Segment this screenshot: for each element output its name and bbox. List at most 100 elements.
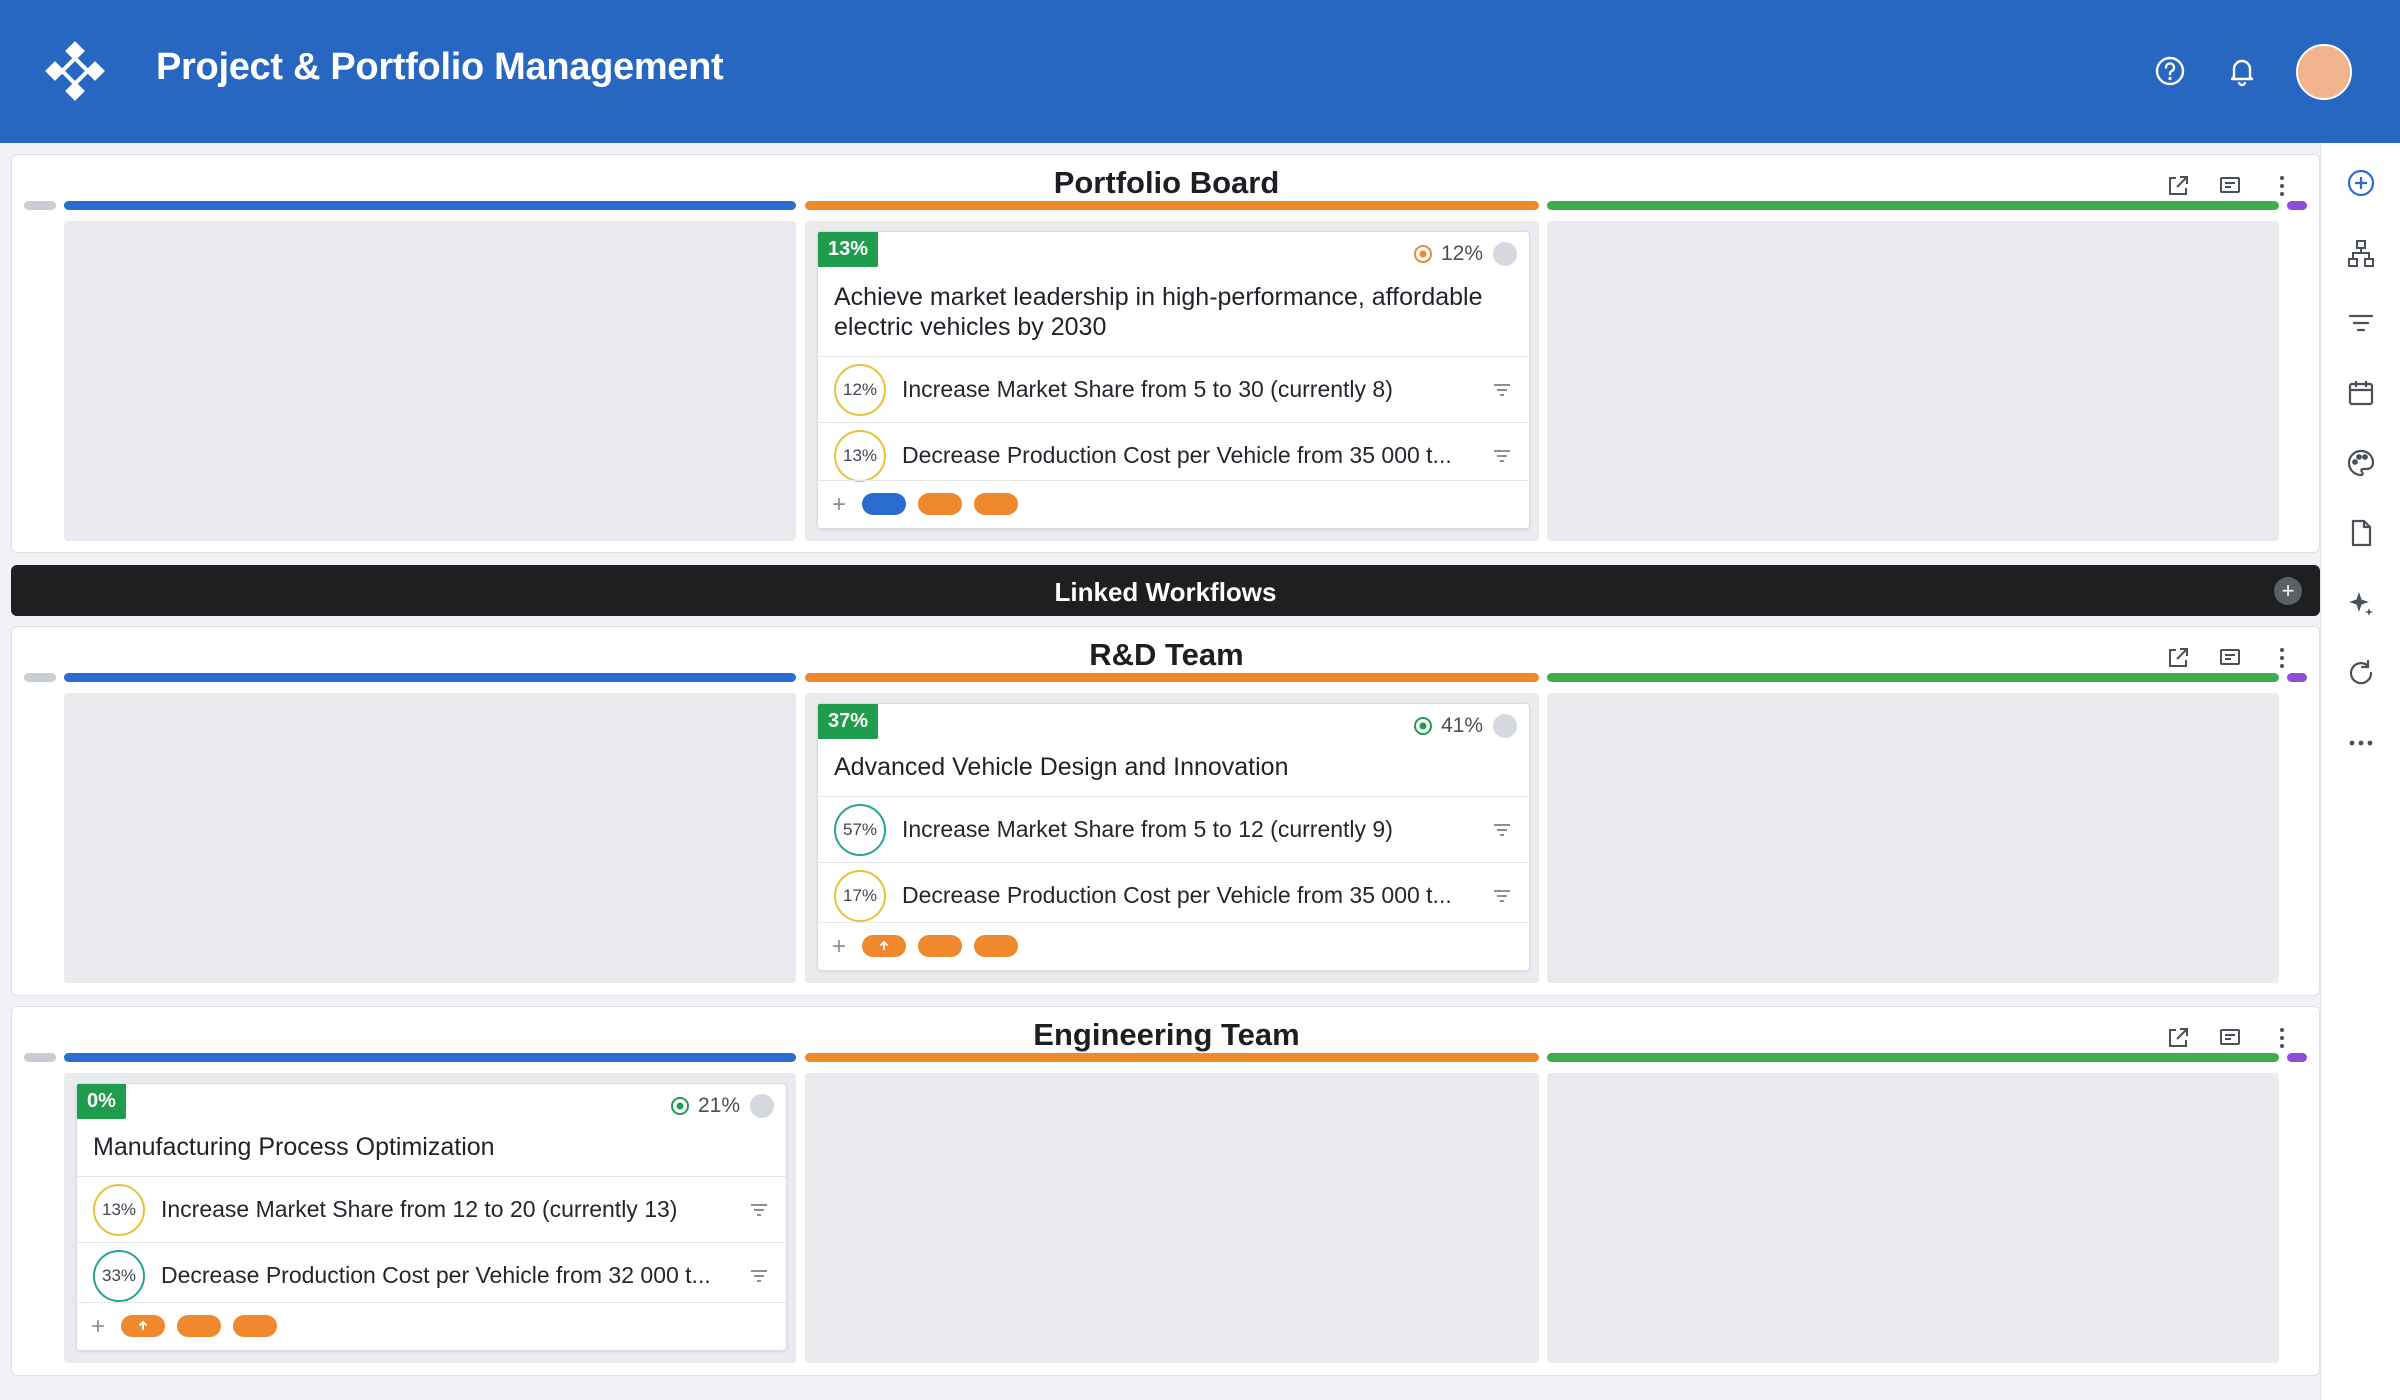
key-result-row[interactable]: 13% Decrease Production Cost per Vehicle…	[818, 422, 1529, 488]
more-icon[interactable]	[2343, 725, 2379, 761]
objective-title-line: electric vehicles by 2030	[834, 313, 1107, 341]
kr-filter-icon[interactable]	[1491, 379, 1513, 401]
sparkle-icon[interactable]	[2343, 585, 2379, 621]
priority-pill[interactable]	[121, 1315, 165, 1337]
calendar-icon[interactable]	[2343, 375, 2379, 411]
kr-text: Decrease Production Cost per Vehicle fro…	[902, 882, 1452, 908]
comment-icon[interactable]	[2213, 169, 2247, 203]
refresh-icon[interactable]	[2343, 655, 2379, 691]
app-title: Project & Portfolio Management	[156, 46, 724, 88]
column-1[interactable]	[64, 693, 796, 983]
target-score: 21%	[670, 1094, 740, 1118]
help-icon[interactable]	[2153, 54, 2187, 88]
target-score-value: 12%	[1440, 242, 1483, 265]
kr-progress-ring: 12%	[834, 363, 886, 416]
column-1[interactable]	[64, 221, 796, 541]
card-footer: +	[818, 480, 1529, 528]
target-score-value: 41%	[1440, 714, 1483, 737]
progress-badge: 0%	[77, 1084, 126, 1119]
board-title: Portfolio Board	[1053, 165, 1280, 200]
app-header: Project & Portfolio Management	[0, 0, 2400, 143]
target-icon	[1413, 717, 1432, 735]
key-result-row[interactable]: 12% Increase Market Share from 5 to 30 (…	[818, 356, 1529, 422]
kr-text: Increase Market Share from 5 to 30 (curr…	[902, 376, 1393, 402]
key-result-row[interactable]: 13% Increase Market Share from 12 to 20 …	[77, 1176, 786, 1242]
document-icon[interactable]	[2343, 515, 2379, 551]
right-toolbar	[2320, 143, 2400, 1400]
add-tag-icon[interactable]: +	[832, 491, 846, 519]
stripe-purple	[2287, 1053, 2307, 1062]
add-circle-icon[interactable]	[2343, 165, 2379, 201]
comment-icon[interactable]	[2213, 641, 2247, 675]
column-3[interactable]	[1547, 693, 2279, 983]
kr-filter-icon[interactable]	[748, 1199, 770, 1221]
tag-pill[interactable]	[918, 493, 962, 515]
filter-icon[interactable]	[2343, 305, 2379, 341]
status-dot[interactable]	[1493, 242, 1517, 266]
kebab-menu-icon[interactable]	[2265, 641, 2299, 675]
stripe-blue	[64, 1053, 796, 1062]
column-3[interactable]	[1547, 1073, 2279, 1363]
priority-pill[interactable]	[862, 935, 906, 957]
arrow-up-icon	[138, 1320, 148, 1330]
target-score: 12%	[1413, 242, 1483, 266]
board-title: R&D Team	[1089, 637, 1244, 672]
target-score: 41%	[1413, 714, 1483, 738]
add-workflow-button[interactable]: +	[2274, 577, 2302, 605]
target-score-value: 21%	[697, 1094, 740, 1117]
column-2[interactable]	[805, 1073, 1539, 1363]
key-result-row[interactable]: 17% Decrease Production Cost per Vehicle…	[818, 862, 1529, 928]
objective-title-line: Achieve market leadership in high-perfor…	[834, 283, 1483, 311]
objective-card[interactable]: 13% 12% Achieve market leadership in hig…	[817, 231, 1530, 529]
add-tag-icon[interactable]: +	[832, 933, 846, 961]
hierarchy-icon[interactable]	[2343, 235, 2379, 271]
objective-title: Manufacturing Process Optimization	[93, 1133, 495, 1161]
key-result-row[interactable]: 33% Decrease Production Cost per Vehicle…	[77, 1242, 786, 1308]
kr-text: Increase Market Share from 12 to 20 (cur…	[161, 1196, 678, 1222]
tag-pill[interactable]	[974, 493, 1018, 515]
board-engineering-team: Engineering Team 0% 21% Manufacturing Pr…	[11, 1006, 2320, 1376]
stripe-green	[1547, 201, 2279, 210]
key-result-row[interactable]: 57% Increase Market Share from 5 to 12 (…	[818, 796, 1529, 862]
comment-icon[interactable]	[2213, 1021, 2247, 1055]
stripe-grey	[24, 201, 56, 210]
user-avatar[interactable]	[2296, 44, 2352, 100]
kr-progress-ring: 13%	[93, 1183, 145, 1236]
external-link-icon[interactable]	[2161, 641, 2195, 675]
board-title: Engineering Team	[1033, 1017, 1300, 1052]
kr-progress-ring: 57%	[834, 803, 886, 856]
kebab-menu-icon[interactable]	[2265, 169, 2299, 203]
objective-card[interactable]: 0% 21% Manufacturing Process Optimizatio…	[76, 1083, 787, 1351]
kr-progress-ring: 33%	[93, 1249, 145, 1302]
kr-text: Decrease Production Cost per Vehicle fro…	[902, 442, 1452, 468]
tag-pill[interactable]	[918, 935, 962, 957]
status-dot[interactable]	[750, 1094, 774, 1118]
stripe-orange	[805, 201, 1539, 210]
kr-filter-icon[interactable]	[748, 1265, 770, 1287]
stripe-grey	[24, 1053, 56, 1062]
kr-progress-ring: 17%	[834, 869, 886, 922]
board-rnd-team: R&D Team 37% 41% Advanced Vehicle Design…	[11, 626, 2320, 996]
board-tools	[2161, 1021, 2299, 1055]
kr-filter-icon[interactable]	[1491, 819, 1513, 841]
stripe-purple	[2287, 673, 2307, 682]
progress-badge: 37%	[818, 704, 879, 739]
kr-progress-ring: 13%	[834, 429, 886, 482]
kr-filter-icon[interactable]	[1491, 885, 1513, 907]
external-link-icon[interactable]	[2161, 1021, 2195, 1055]
tag-pill[interactable]	[233, 1315, 277, 1337]
bell-icon[interactable]	[2225, 54, 2259, 88]
status-dot[interactable]	[1493, 714, 1517, 738]
palette-icon[interactable]	[2343, 445, 2379, 481]
objective-title: Advanced Vehicle Design and Innovation	[834, 753, 1289, 781]
app-logo-icon[interactable]	[44, 40, 106, 102]
tag-pill[interactable]	[974, 935, 1018, 957]
kr-filter-icon[interactable]	[1491, 445, 1513, 467]
kebab-menu-icon[interactable]	[2265, 1021, 2299, 1055]
add-tag-icon[interactable]: +	[91, 1313, 105, 1341]
external-link-icon[interactable]	[2161, 169, 2195, 203]
objective-card[interactable]: 37% 41% Advanced Vehicle Design and Inno…	[817, 703, 1530, 971]
tag-pill[interactable]	[862, 493, 906, 515]
column-3[interactable]	[1547, 221, 2279, 541]
tag-pill[interactable]	[177, 1315, 221, 1337]
